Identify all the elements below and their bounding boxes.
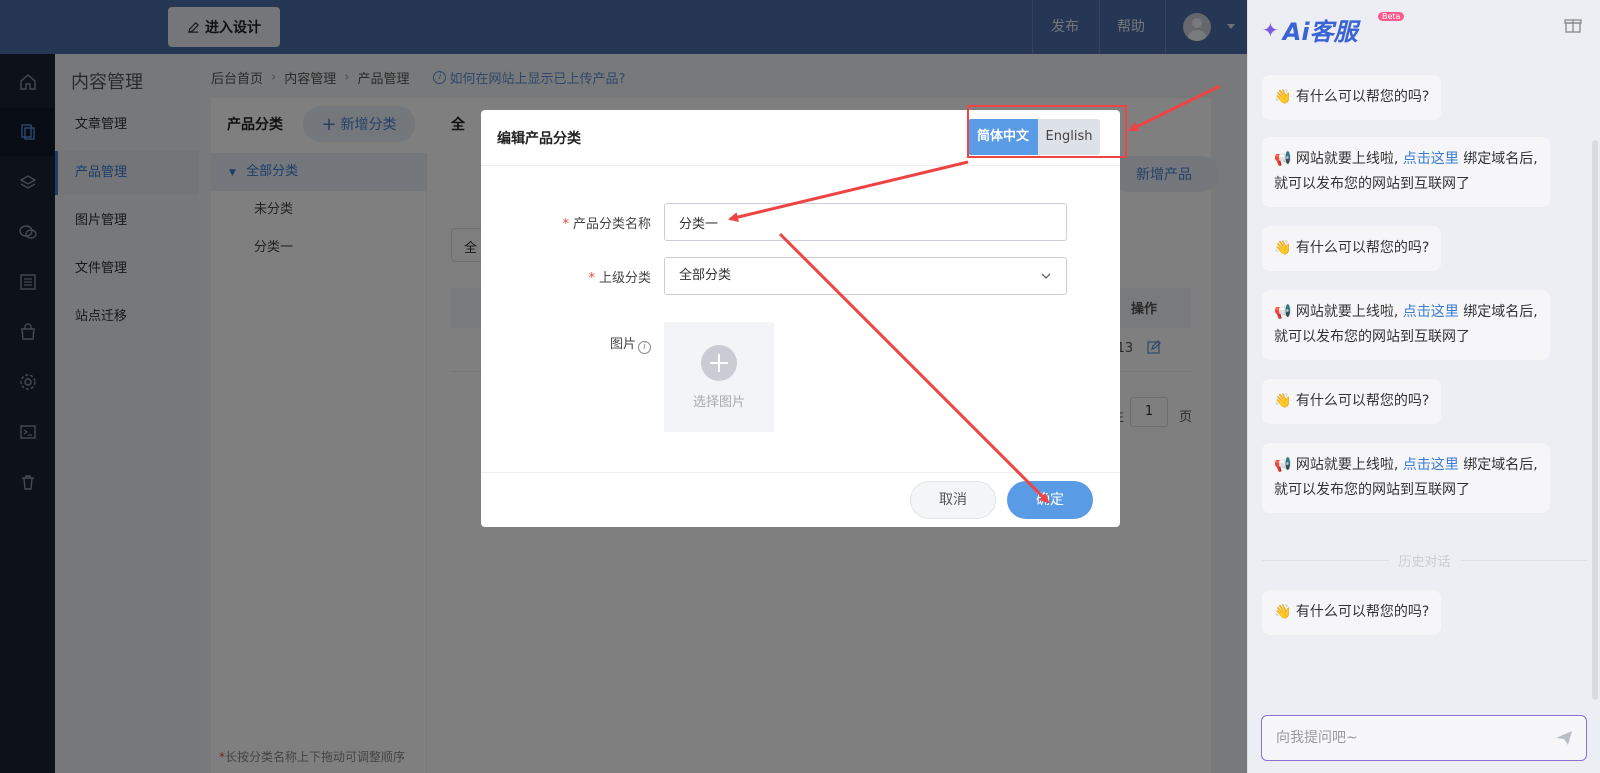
info-icon[interactable]: i — [638, 341, 651, 354]
chat-message: 👋 有什么可以帮您的吗? — [1262, 379, 1442, 424]
upload-label: 选择图片 — [692, 394, 745, 410]
divider-line — [1460, 560, 1588, 561]
wave-hand-icon: 👋 — [1274, 604, 1296, 620]
category-name-input[interactable] — [664, 203, 1067, 241]
wave-hand-icon: 👋 — [1274, 89, 1296, 105]
beta-badge: Beta — [1378, 12, 1405, 21]
ai-input-placeholder: 向我提问吧~ — [1276, 730, 1358, 746]
chat-message: 👋 有什么可以帮您的吗? — [1262, 590, 1442, 635]
required-asterisk: * — [562, 217, 569, 232]
dialog-footer-divider — [481, 472, 1120, 473]
megaphone-icon: 📢 — [1274, 151, 1296, 167]
parent-field-label-text: 上级分类 — [598, 271, 651, 286]
edit-category-dialog: 编辑产品分类 简体中文 English *产品分类名称 *上级分类 全部分类 图… — [481, 110, 1120, 527]
notice-link[interactable]: 点击这里 — [1403, 304, 1459, 320]
annotation-highlight-box — [967, 105, 1127, 158]
megaphone-icon: 📢 — [1274, 304, 1296, 320]
name-field-label: * 产品分类名称 — [511, 213, 651, 232]
ai-question-input[interactable]: 向我提问吧~ — [1261, 715, 1587, 761]
divider-line — [1262, 560, 1389, 561]
cancel-button[interactable]: 取消 — [910, 481, 996, 519]
chat-message: 👋 有什么可以帮您的吗? — [1262, 75, 1442, 120]
notice-text-pre: 网站就要上线啦, — [1295, 304, 1399, 320]
notice-text-pre: 网站就要上线啦, — [1295, 151, 1399, 167]
image-field-label-text: 图片 — [609, 337, 636, 352]
notice-text-pre: 网站就要上线啦, — [1295, 457, 1399, 473]
parent-field-label: * 上级分类 — [511, 267, 651, 286]
ai-logo-text: Ai客服 — [1282, 18, 1358, 46]
history-label: 历史对话 — [1398, 555, 1451, 570]
dialog-title: 编辑产品分类 — [497, 131, 581, 147]
chat-message: 📢 网站就要上线啦, 点击这里 绑定域名后,就可以发布您的网站到互联网了 — [1262, 443, 1550, 513]
chevron-down-icon — [1041, 273, 1051, 279]
required-asterisk: * — [588, 271, 595, 286]
plus-circle-icon — [701, 344, 737, 381]
image-field-label: 图片 i — [511, 333, 651, 354]
chat-message: 📢 网站就要上线啦, 点击这里 绑定域名后,就可以发布您的网站到互联网了 — [1262, 137, 1550, 207]
chat-scrollbar[interactable] — [1592, 140, 1598, 700]
wave-hand-icon: 👋 — [1274, 240, 1296, 256]
greeting-text: 有什么可以帮您的吗? — [1295, 604, 1430, 620]
megaphone-icon: 📢 — [1274, 457, 1296, 473]
notice-link[interactable]: 点击这里 — [1403, 457, 1459, 473]
name-field-label-text: 产品分类名称 — [572, 217, 651, 232]
gift-icon[interactable] — [1564, 16, 1582, 38]
image-upload-box[interactable]: 选择图片 — [664, 322, 774, 432]
parent-category-select[interactable]: 全部分类 — [664, 257, 1067, 295]
dialog-divider — [481, 165, 1120, 166]
notice-link[interactable]: 点击这里 — [1403, 151, 1459, 167]
chat-message: 👋 有什么可以帮您的吗? — [1262, 226, 1442, 271]
confirm-button[interactable]: 确定 — [1007, 481, 1093, 519]
chat-message: 📢 网站就要上线啦, 点击这里 绑定域名后,就可以发布您的网站到互联网了 — [1262, 290, 1550, 360]
ai-logo: ✦ Ai客服 — [1262, 12, 1358, 47]
greeting-text: 有什么可以帮您的吗? — [1295, 89, 1430, 105]
greeting-text: 有什么可以帮您的吗? — [1295, 240, 1430, 256]
parent-category-value: 全部分类 — [679, 268, 732, 283]
wave-hand-icon: 👋 — [1274, 393, 1296, 409]
send-icon[interactable] — [1554, 728, 1574, 748]
sparkle-icon: ✦ — [1262, 17, 1279, 42]
history-divider: 历史对话 — [1262, 551, 1588, 570]
greeting-text: 有什么可以帮您的吗? — [1295, 393, 1430, 409]
ai-assistant-panel: ✦ Ai客服 Beta 👋 有什么可以帮您的吗? 📢 网站就要上线啦, 点击这里… — [1247, 0, 1600, 773]
